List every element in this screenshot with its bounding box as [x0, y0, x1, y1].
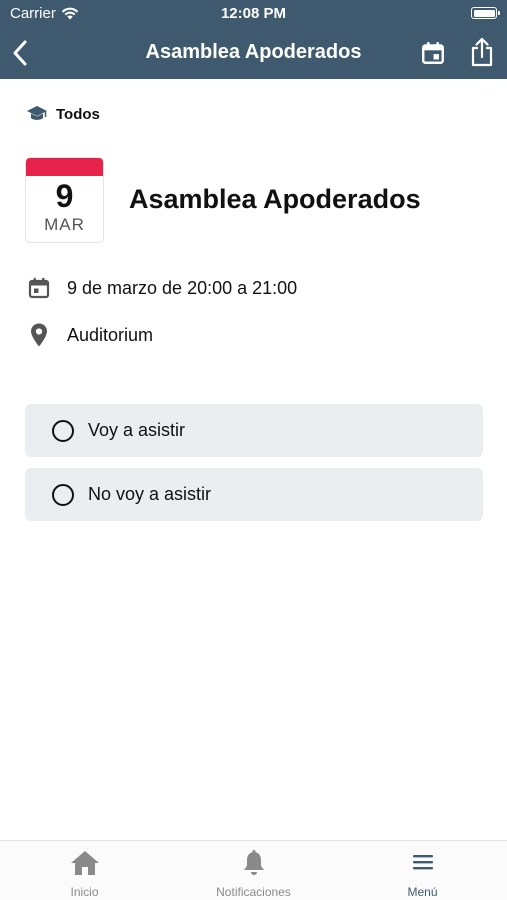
rsvp-attend-option[interactable]: Voy a asistir	[25, 404, 483, 457]
tab-menu[interactable]: Menú	[338, 841, 507, 900]
rsvp-attend-label: Voy a asistir	[88, 420, 186, 440]
tab-home-label: Inicio	[70, 885, 99, 899]
app-header: Carrier 12:08 PM Asamblea Apoderados	[0, 0, 507, 79]
calendar-icon	[28, 277, 50, 299]
home-icon	[70, 851, 99, 875]
event-day: 9	[55, 178, 74, 214]
battery-icon	[471, 7, 500, 19]
tab-menu-label: Menú	[407, 885, 438, 899]
share-button[interactable]	[468, 36, 496, 68]
tab-bar: Inicio Notificaciones Menú	[0, 840, 507, 900]
tab-home[interactable]: Inicio	[0, 841, 169, 900]
navigation-bar: Asamblea Apoderados	[0, 28, 507, 79]
tab-notifications-label: Notificaciones	[216, 885, 291, 899]
event-location: Auditorium	[67, 324, 154, 345]
tab-notifications[interactable]: Notificaciones	[169, 841, 338, 900]
status-time: 12:08 PM	[220, 5, 287, 22]
rsvp-decline-label: No voy a asistir	[88, 484, 212, 504]
date-badge-header	[26, 158, 103, 176]
event-title: Asamblea Apoderados	[129, 184, 421, 214]
event-datetime: 9 de marzo de 20:00 a 21:00	[67, 277, 298, 298]
event-location-row: Auditorium	[27, 322, 153, 348]
bell-icon	[243, 850, 264, 875]
menu-icon	[412, 855, 433, 870]
add-to-calendar-button[interactable]	[420, 40, 446, 66]
radio-button[interactable]	[52, 483, 74, 506]
event-month: MAR	[44, 215, 85, 234]
radio-button[interactable]	[52, 419, 74, 442]
audience-label: Todos	[56, 105, 100, 123]
status-bar: Carrier 12:08 PM	[0, 0, 507, 28]
audience-tag: Todos	[26, 105, 100, 123]
event-datetime-row: 9 de marzo de 20:00 a 21:00	[27, 276, 297, 300]
graduation-cap-icon	[27, 106, 47, 120]
event-date-badge: 9 MAR	[25, 157, 104, 243]
rsvp-decline-option[interactable]: No voy a asistir	[25, 468, 483, 521]
location-pin-icon	[31, 323, 47, 347]
